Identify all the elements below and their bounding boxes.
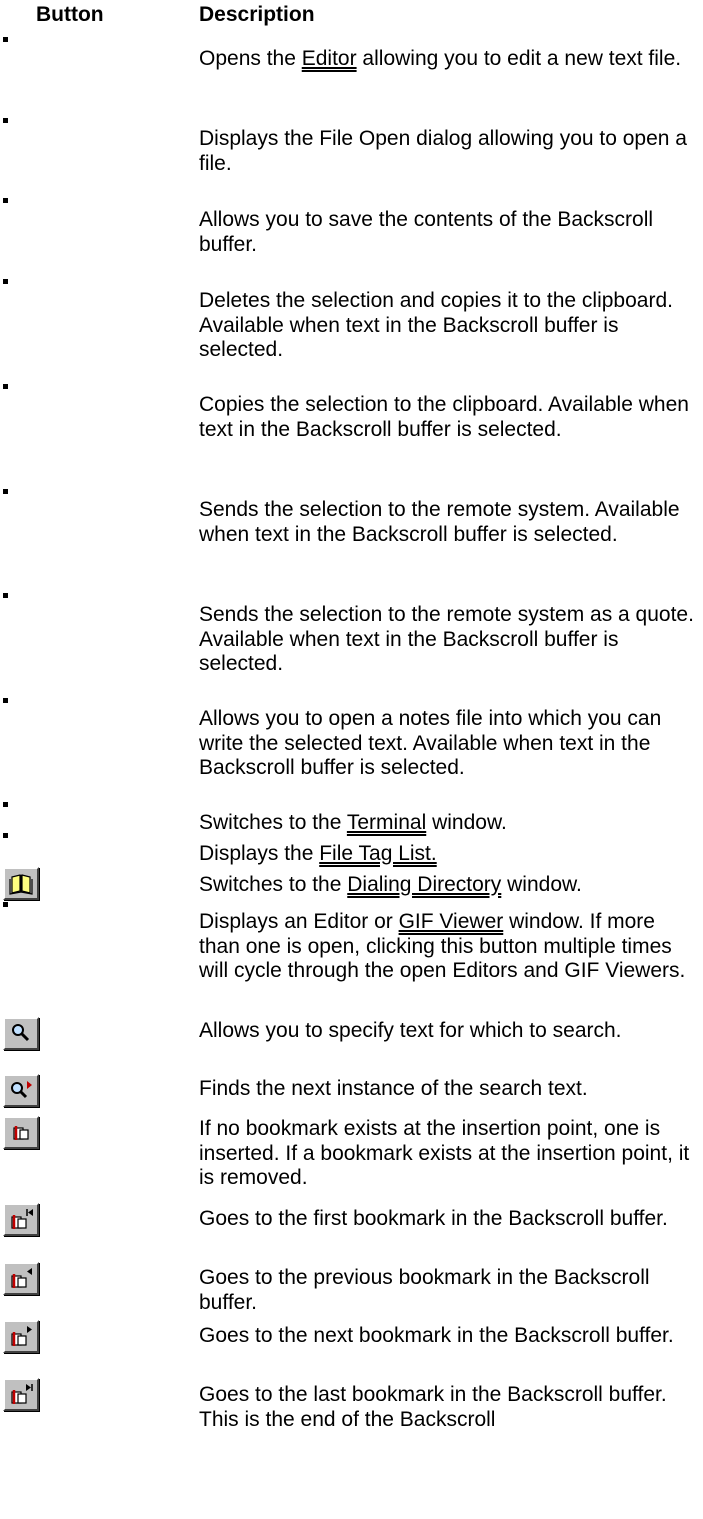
description-find-next: Finds the next instance of the search te… xyxy=(199,1077,588,1100)
missing-button-image xyxy=(3,593,8,598)
description-search: Allows you to specify text for which to … xyxy=(199,1019,622,1042)
description-open-file: Displays the File Open dialog allowing y… xyxy=(199,127,687,175)
missing-button-image xyxy=(3,802,8,807)
bookmark-icon xyxy=(13,1126,29,1140)
magnifier-next-icon xyxy=(11,1081,32,1099)
description-editor-gif-viewer: Displays an Editor or GIF Viewer window.… xyxy=(199,910,686,982)
bookmark-first-icon xyxy=(11,1209,33,1229)
search-button[interactable] xyxy=(3,1017,39,1050)
description-previous-bookmark: Goes to the previous bookmark in the Bac… xyxy=(199,1266,650,1314)
description-dialing-directory: Switches to the Dialing Directory window… xyxy=(199,873,582,896)
editor-link[interactable]: Editor xyxy=(302,47,357,70)
file-tag-list-link[interactable]: File Tag List. xyxy=(319,842,437,865)
missing-button-image xyxy=(3,37,8,42)
description-first-bookmark: Goes to the first bookmark in the Backsc… xyxy=(199,1207,668,1230)
missing-button-image xyxy=(3,489,8,494)
terminal-link[interactable]: Terminal xyxy=(347,811,426,834)
description-terminal: Switches to the Terminal window. xyxy=(199,811,507,834)
column-header-button: Button xyxy=(36,3,104,26)
description-send: Sends the selection to the remote system… xyxy=(199,498,680,546)
book-icon xyxy=(9,874,33,895)
description-notes: Allows you to open a notes file into whi… xyxy=(199,707,662,779)
description-file-tag-list: Displays the File Tag List. xyxy=(199,842,437,865)
missing-button-image xyxy=(3,198,8,203)
missing-button-image xyxy=(3,902,8,907)
find-next-button[interactable] xyxy=(3,1074,39,1107)
missing-button-image xyxy=(3,279,8,284)
previous-bookmark-button[interactable] xyxy=(3,1262,39,1295)
missing-button-image xyxy=(3,698,8,703)
magnifier-icon xyxy=(12,1024,30,1042)
description-copy: Copies the selection to the clipboard. A… xyxy=(199,393,689,441)
description-save: Allows you to save the contents of the B… xyxy=(199,208,654,256)
next-bookmark-button[interactable] xyxy=(3,1320,39,1353)
last-bookmark-button[interactable] xyxy=(3,1378,39,1411)
column-header-description: Description xyxy=(199,3,315,26)
missing-button-image xyxy=(3,833,8,838)
description-send-quote: Sends the selection to the remote system… xyxy=(199,603,694,675)
description-last-bookmark: Goes to the last bookmark in the Backscr… xyxy=(199,1383,667,1431)
first-bookmark-button[interactable] xyxy=(3,1203,39,1236)
description-new-file: Opens the Editor allowing you to edit a … xyxy=(199,47,682,70)
bookmark-next-icon xyxy=(11,1326,32,1346)
bookmark-toggle-button[interactable] xyxy=(3,1116,39,1149)
dialing-directory-link[interactable]: Dialing Directory xyxy=(347,873,501,896)
dialing-directory-button[interactable] xyxy=(3,867,39,900)
bookmark-previous-icon xyxy=(11,1268,32,1288)
missing-button-image xyxy=(3,384,8,389)
description-cut: Deletes the selection and copies it to t… xyxy=(199,289,673,361)
description-bookmark-toggle: If no bookmark exists at the insertion p… xyxy=(199,1117,690,1189)
gif-viewer-link[interactable]: GIF Viewer xyxy=(399,910,504,933)
missing-button-image xyxy=(3,118,8,123)
bookmark-last-icon xyxy=(11,1384,33,1404)
description-next-bookmark: Goes to the next bookmark in the Backscr… xyxy=(199,1324,674,1347)
